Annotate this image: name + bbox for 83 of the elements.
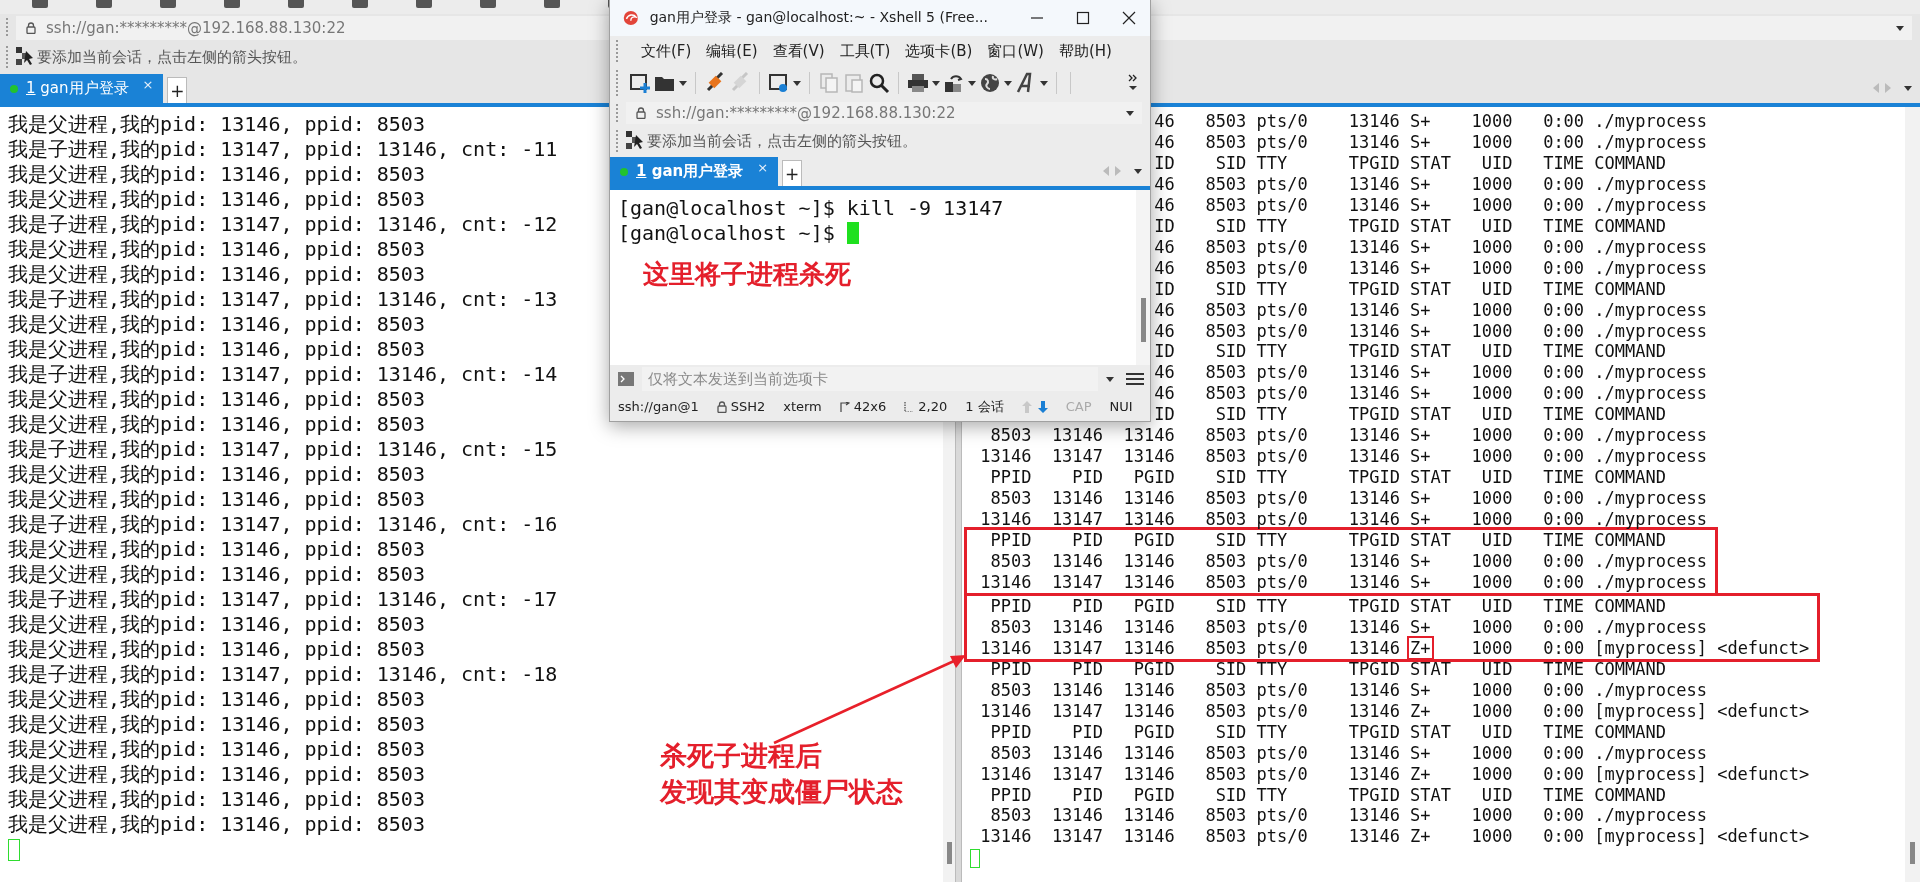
terminal-line: 46 8503 pts/0 13146 S+ 1000 0:00 ./myprocess [1154,111,1707,132]
terminal-line: 我是父进程,我的pid: 13146, ppid: 8503 [8,162,425,187]
status-text: 2,20 [918,399,948,414]
terminal-line: 13146 13147 13146 8503 pts/0 13146 S+ 1000 0:00 ./myprocess [980,446,1707,468]
status-text: ssh://gan@1 [618,399,699,414]
terminal-line: 46 8503 pts/0 13146 S+ 1000 0:00 ./myprocess [1154,299,1707,321]
terminal-line: 我是父进程,我的pid: 13146, ppid: 8503 [8,412,425,437]
terminal-line: 13146 13147 13146 8503 pts/0 13146 S+ 1000 0:00 ./myprocess [980,571,1707,593]
terminal-line: 我是父进程,我的pid: 13146, ppid: 8503 [8,812,425,837]
terminal-line: 我是父进程,我的pid: 13146, ppid: 8503 [8,712,425,737]
status-text: 42x6 [853,399,887,414]
address-text: ssh://gan:*********@192.168.88.130:22 [656,104,956,122]
terminal-line: 我是父进程,我的pid: 13146, ppid: 8503 [8,737,425,762]
terminal-line: 13146 13147 13146 8503 pts/0 13146 S+ 1000 0:00 ./myprocess [980,509,1707,531]
status-code: Z+ [1407,635,1434,660]
terminal-line: 46 8503 pts/0 13146 S+ 1000 0:00 ./myprocess [1154,173,1707,195]
terminal-line: 8503 13146 13146 8503 pts/0 13146 S+ 1000 0:00 ./myprocess [990,679,1707,701]
terminal-line: 我是父进程,我的pid: 13146, ppid: 8503 [8,537,425,562]
terminal-line: ID SID TTY TPGID STAT UID TIME COMMAND [1154,278,1666,300]
terminal-line: 我是父进程,我的pid: 13146, ppid: 8503 [8,387,425,412]
terminal-line: 我是父进程,我的pid: 13146, ppid: 8503 [8,187,425,212]
terminal-line: 13146 13147 13146 8503 pts/0 13146 Z+ 1000 0:00 [myprocess] <defunct> [980,700,1810,722]
terminal-line: 46 8503 pts/0 13146 S+ 1000 0:00 ./myprocess [1154,131,1707,153]
terminal-line: 我是父进程,我的pid: 13146, ppid: 8503 [8,637,425,662]
info-text: 要添加当前会话，点击左侧的箭头按钮。 [37,47,307,67]
terminal-line: 13146 13147 13146 8503 pts/0 13146 Z+ 1000 0:00 [myprocess] <defunct> [980,826,1810,848]
key-indicator: NUI [1109,399,1133,414]
terminal-line: 我是子进程,我的pid: 13147, ppid: 13146, cnt: -13 [8,287,558,312]
terminal-line: 我是父进程,我的pid: 13146, ppid: 8503 [8,112,425,137]
terminal-line: ID SID TTY TPGID STAT UID TIME COMMAND [1154,152,1666,174]
status-text: xterm [783,399,822,414]
terminal-line: 8503 13146 13146 8503 pts/0 13146 S+ 1000 0:00 ./myprocess [990,425,1707,447]
terminal-line: ID SID TTY TPGID STAT UID TIME COMMAND [1154,404,1666,426]
terminal-line: PPID PID PGID SID TTY TPGID STAT UID TIME COMMAND [990,658,1666,680]
terminal-line: PPID PID PGID SID TTY TPGID STAT UID TIME COMMAND [990,467,1666,489]
terminal-line: 46 8503 pts/0 13146 S+ 1000 0:00 ./myprocess [1154,236,1707,258]
terminal-line: 46 8503 pts/0 13146 S+ 1000 0:00 ./myprocess [1154,320,1707,342]
terminal-line: 8503 13146 13146 8503 pts/0 13146 S+ 1000 0:00 ./myprocess [990,551,1707,572]
terminal-line: 我是子进程,我的pid: 13147, ppid: 13146, cnt: -18 [8,662,558,687]
terminal-line: 我是子进程,我的pid: 13147, ppid: 13146, cnt: -14 [8,362,558,387]
terminal-line: 我是父进程,我的pid: 13146, ppid: 8503 [8,787,425,812]
terminal-line: 46 8503 pts/0 13146 S+ 1000 0:00 ./myprocess [1154,194,1707,216]
terminal-line: PPID PID PGID SID TTY TPGID STAT UID TIME COMMAND [990,721,1666,743]
terminal-line: 8503 13146 13146 8503 pts/0 13146 S+ 1000 0:00 ./myprocess [990,742,1707,764]
terminal-line: [gan@localhost ~]$ [618,221,836,245]
terminal-line: 我是父进程,我的pid: 13146, ppid: 8503 [8,562,425,587]
terminal-text: 1000 0:00 [myprocess] <defunct> [1471,637,1810,658]
terminal-line: 我是父进程,我的pid: 13146, ppid: 8503 [8,462,425,487]
terminal-text: 13146 13147 13146 8503 pts/0 13146 [980,637,1400,658]
terminal-line: ID SID TTY TPGID STAT UID TIME COMMAND [1154,215,1666,237]
window-title: gan用户登录 - gan@localhost:~ - Xshell 5 (Free... [649,9,988,27]
terminal-line: 8503 13146 13146 8503 pts/0 13146 S+ 1000 0:00 ./myprocess [990,805,1707,827]
terminal-line: 13146 13147 13146 8503 pts/0 13146 Z+ 1000 0:00 [myprocess] <defunct> [980,763,1810,785]
terminal-line: 我是父进程,我的pid: 13146, ppid: 8503 [8,687,425,712]
annotation-text: 这里将子进程杀死 [643,258,851,290]
info-text: 要添加当前会话，点击左侧的箭头按钮。 [647,131,917,151]
terminal-line: 我是子进程,我的pid: 13147, ppid: 13146, cnt: -17 [8,587,558,612]
terminal-line: 我是父进程,我的pid: 13146, ppid: 8503 [8,487,425,512]
key-indicator: CAP [1065,399,1092,414]
terminal-line: PPID PID PGID SID TTY TPGID STAT UID TIME COMMAND [990,595,1666,617]
terminal-line: 我是父进程,我的pid: 13146, ppid: 8503 [8,612,425,637]
terminal-line: 我是子进程,我的pid: 13147, ppid: 13146, cnt: -11 [8,137,558,162]
status-text: SSH2 [730,399,766,414]
terminal-line: 8503 13146 13146 8503 pts/0 13146 S+ 1000 0:00 ./myprocess [990,488,1707,510]
terminal-line: 我是子进程,我的pid: 13147, ppid: 13146, cnt: -15 [8,437,558,462]
terminal-line: 46 8503 pts/0 13146 S+ 1000 0:00 ./myprocess [1154,362,1707,384]
terminal-line: 46 8503 pts/0 13146 S+ 1000 0:00 ./myprocess [1154,383,1707,405]
terminal-line: 我是父进程,我的pid: 13146, ppid: 8503 [8,237,425,262]
annotation-text: 杀死子进程后 发现其变成僵尸状态 [660,739,903,809]
terminal-line: 我是子进程,我的pid: 13147, ppid: 13146, cnt: -16 [8,512,558,537]
status-text: 1 会话 [965,397,1004,416]
terminal-line: 我是父进程,我的pid: 13146, ppid: 8503 [8,337,425,362]
terminal-line: 我是子进程,我的pid: 13147, ppid: 13146, cnt: -12 [8,212,558,237]
terminal-line: 我是父进程,我的pid: 13146, ppid: 8503 [8,262,425,287]
terminal-line: 我是父进程,我的pid: 13146, ppid: 8503 [8,762,425,787]
terminal-line: 8503 13146 13146 8503 pts/0 13146 S+ 1000 0:00 ./myprocess [990,616,1707,638]
terminal-line: [gan@localhost ~]$ kill -9 13147 [618,196,1004,220]
terminal-line: PPID PID PGID SID TTY TPGID STAT UID TIME COMMAND [990,530,1666,551]
address-text: ssh://gan:*********@192.168.88.130:22 [46,19,346,37]
terminal-line: 我是父进程,我的pid: 13146, ppid: 8503 [8,312,425,337]
terminal-line: 46 8503 pts/0 13146 S+ 1000 0:00 ./myprocess [1154,257,1707,279]
terminal-line: ID SID TTY TPGID STAT UID TIME COMMAND [1154,341,1666,363]
terminal-line: PPID PID PGID SID TTY TPGID STAT UID TIME COMMAND [990,784,1666,806]
